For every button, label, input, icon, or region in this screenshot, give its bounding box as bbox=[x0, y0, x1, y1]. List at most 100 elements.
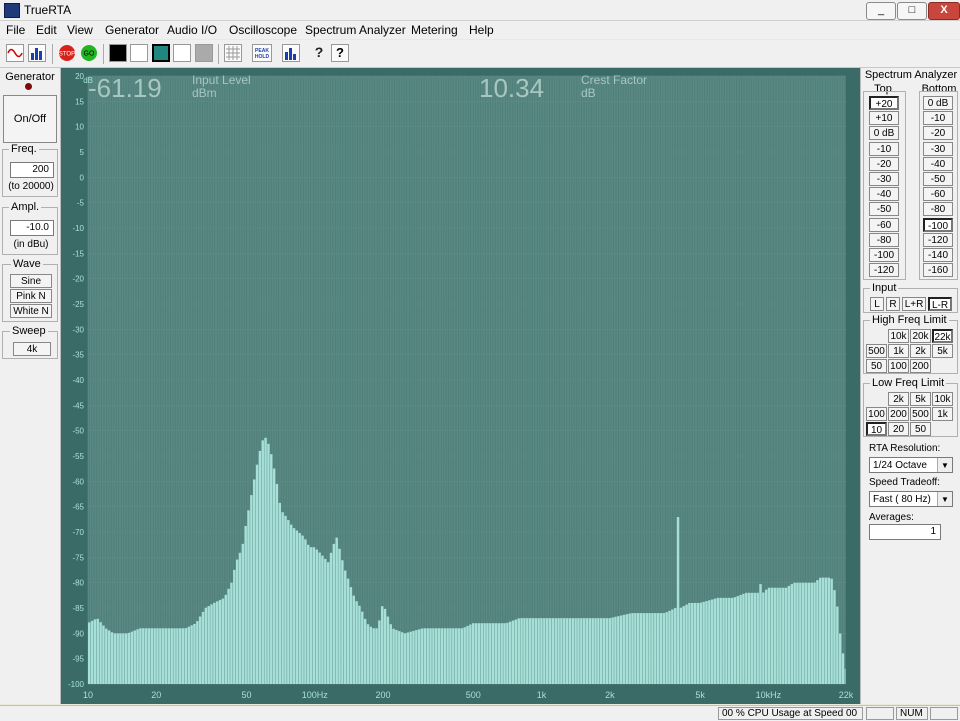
average-button[interactable] bbox=[282, 44, 300, 62]
high-freq-20k-button[interactable]: 20k bbox=[910, 329, 931, 343]
high-freq-5k-button[interactable]: 5k bbox=[932, 344, 953, 358]
color-teal-button[interactable] bbox=[152, 44, 170, 62]
top-0db-button[interactable]: 0 dB bbox=[869, 126, 899, 141]
grid-toggle-button[interactable] bbox=[224, 44, 242, 62]
bottom-100-button[interactable]: -100 bbox=[923, 217, 953, 232]
color-white-button[interactable] bbox=[130, 44, 148, 62]
color-gray-button[interactable] bbox=[195, 44, 213, 62]
bottom-10-button[interactable]: -10 bbox=[923, 111, 953, 126]
go-button[interactable]: GO bbox=[80, 44, 98, 62]
spectrum-bar bbox=[534, 618, 538, 684]
top-100-button[interactable]: -100 bbox=[869, 248, 899, 262]
menu-file[interactable]: File bbox=[6, 23, 25, 37]
top-20-button[interactable]: -20 bbox=[869, 156, 899, 171]
input-r-button[interactable]: R bbox=[886, 297, 900, 311]
freq-field[interactable]: 200 bbox=[10, 162, 54, 178]
x-tick-label: 20 bbox=[151, 690, 161, 700]
averages-field[interactable]: 1 bbox=[869, 524, 941, 540]
low-freq-20-button[interactable]: 20 bbox=[888, 422, 909, 436]
high-freq-500-button[interactable]: 500 bbox=[866, 344, 887, 358]
top-40-button[interactable]: -40 bbox=[869, 187, 899, 202]
menu-oscilloscope[interactable]: Oscilloscope bbox=[229, 23, 297, 37]
stop-button[interactable]: STOP bbox=[58, 44, 76, 62]
spectrum-bar bbox=[332, 543, 336, 684]
close-button[interactable]: X bbox=[928, 2, 960, 20]
spectrum-bar bbox=[730, 597, 734, 684]
menu-spectrum-analyzer[interactable]: Spectrum Analyzer bbox=[305, 23, 406, 37]
top-20-button[interactable]: +20 bbox=[869, 96, 899, 110]
top-80-button[interactable]: -80 bbox=[869, 232, 899, 247]
spectrum-bar bbox=[184, 628, 188, 684]
low-freq-2k-button[interactable]: 2k bbox=[888, 392, 909, 406]
high-freq-50-button[interactable]: 50 bbox=[866, 359, 887, 373]
low-freq-1k-button[interactable]: 1k bbox=[932, 407, 953, 421]
x-tick-label: 100Hz bbox=[302, 690, 329, 700]
help-button[interactable]: ? bbox=[310, 44, 328, 62]
low-freq-5k-button[interactable]: 5k bbox=[910, 392, 931, 406]
wave-white-noise-button[interactable]: White N bbox=[10, 304, 52, 318]
top-60-button[interactable]: -60 bbox=[869, 217, 899, 232]
menu-generator[interactable]: Generator bbox=[105, 23, 159, 37]
bottom-30-button[interactable]: -30 bbox=[923, 141, 953, 156]
menu-metering[interactable]: Metering bbox=[411, 23, 458, 37]
peak-hold-button[interactable]: PEAK HOLD bbox=[252, 44, 272, 62]
bottom-20-button[interactable]: -20 bbox=[923, 126, 953, 141]
low-freq-200-button[interactable]: 200 bbox=[888, 407, 909, 421]
wave-pink-noise-button[interactable]: Pink N bbox=[10, 289, 52, 303]
input-level-value: -61.19 bbox=[88, 73, 162, 103]
high-freq-10k-button[interactable]: 10k bbox=[888, 329, 909, 343]
freq-label: Freq. bbox=[9, 143, 39, 155]
input-lr-button[interactable]: L-R bbox=[928, 297, 952, 311]
bottom-140-button[interactable]: -140 bbox=[923, 248, 953, 262]
color-white-2-button[interactable] bbox=[173, 44, 191, 62]
maximize-button[interactable]: □ bbox=[897, 2, 927, 20]
top-50-button[interactable]: -50 bbox=[869, 202, 899, 217]
spectrum-bar bbox=[784, 587, 788, 684]
menu-audio-io[interactable]: Audio I/O bbox=[167, 23, 217, 37]
high-freq-1k-button[interactable]: 1k bbox=[888, 344, 909, 358]
bottom-80-button[interactable]: -80 bbox=[923, 202, 953, 217]
low-freq-10-button[interactable]: 10 bbox=[866, 422, 887, 436]
rta-resolution-select[interactable]: 1/24 Octave ▼ bbox=[869, 457, 953, 473]
top-120-button[interactable]: -120 bbox=[869, 263, 899, 278]
high-freq-2k-button[interactable]: 2k bbox=[910, 344, 931, 358]
color-black-button[interactable] bbox=[109, 44, 127, 62]
oscilloscope-mode-button[interactable] bbox=[6, 44, 24, 62]
spectrum-bar bbox=[691, 602, 694, 684]
spectrum-bar bbox=[651, 613, 654, 684]
low-freq-50-button[interactable]: 50 bbox=[910, 422, 931, 436]
menu-edit[interactable]: Edit bbox=[36, 23, 57, 37]
context-help-button[interactable]: ? bbox=[331, 44, 349, 62]
top-10-button[interactable]: +10 bbox=[869, 111, 899, 126]
spectrum-mode-button[interactable] bbox=[28, 44, 46, 62]
minimize-button[interactable]: _ bbox=[866, 2, 896, 20]
bottom-0db-button[interactable]: 0 dB bbox=[923, 96, 953, 110]
spectrum-bar bbox=[213, 602, 216, 684]
spectrum-bar bbox=[315, 549, 319, 684]
low-freq-500-button[interactable]: 500 bbox=[910, 407, 931, 421]
bottom-160-button[interactable]: -160 bbox=[923, 263, 953, 278]
high-freq-100-button[interactable]: 100 bbox=[888, 359, 909, 373]
generator-on-off-button[interactable]: On/Off bbox=[3, 95, 57, 143]
top-30-button[interactable]: -30 bbox=[869, 172, 899, 186]
spectrum-bar bbox=[662, 613, 666, 684]
bottom-group: 0 dB -10 -20 -30 -40 -50 -60 -80 -100 -120 -140 -16… bbox=[919, 91, 958, 280]
wave-sine-button[interactable]: Sine bbox=[10, 274, 52, 288]
sweep-button[interactable]: 4k bbox=[13, 342, 51, 356]
speed-tradeoff-select[interactable]: Fast ( 80 Hz) ▼ bbox=[869, 491, 953, 507]
spectrum-bar bbox=[745, 592, 748, 684]
bottom-50-button[interactable]: -50 bbox=[923, 172, 953, 186]
bottom-120-button[interactable]: -120 bbox=[923, 232, 953, 247]
input-l-button[interactable]: L bbox=[870, 297, 884, 311]
menu-view[interactable]: View bbox=[67, 23, 93, 37]
bottom-60-button[interactable]: -60 bbox=[923, 187, 953, 202]
bottom-40-button[interactable]: -40 bbox=[923, 156, 953, 171]
input-lr-button[interactable]: L+R bbox=[902, 297, 926, 311]
high-freq-22k-button[interactable]: 22k bbox=[932, 329, 953, 343]
top-10-button[interactable]: -10 bbox=[869, 141, 899, 156]
high-freq-200-button[interactable]: 200 bbox=[910, 359, 931, 373]
low-freq-10k-button[interactable]: 10k bbox=[932, 392, 953, 406]
low-freq-100-button[interactable]: 100 bbox=[866, 407, 887, 421]
ampl-field[interactable]: -10.0 bbox=[10, 220, 54, 236]
menu-help[interactable]: Help bbox=[469, 23, 494, 37]
